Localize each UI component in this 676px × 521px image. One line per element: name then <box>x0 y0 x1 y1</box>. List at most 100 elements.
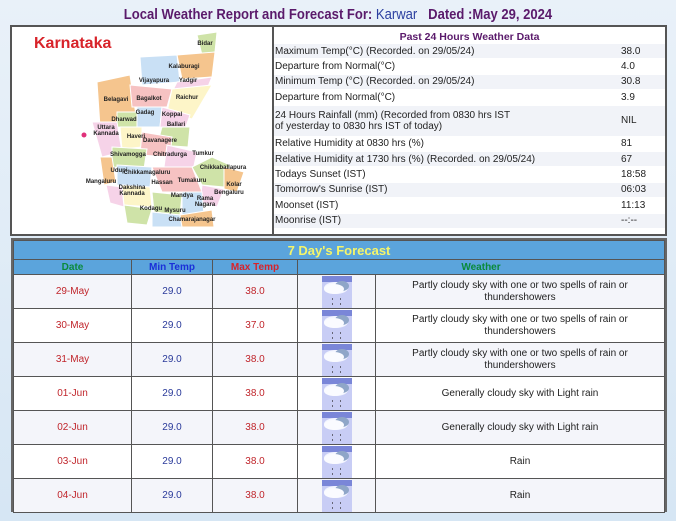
forecast-row: 02-Jun 29.0 38.0 Generally cloudy sky wi… <box>13 410 665 445</box>
col-weather: Weather <box>297 259 665 275</box>
data-label-text: Maximum Temp(°C) (Recorded. on 29/05/24) <box>275 45 475 57</box>
title-prefix: Local Weather Report and Forecast For: <box>123 7 373 23</box>
data-label: Tomorrow's Sunrise (IST) <box>274 184 621 195</box>
data-value: NIL <box>621 115 637 127</box>
data-value: 06:03 <box>621 184 647 196</box>
forecast-min-temp: 29.0 <box>131 308 213 343</box>
district-label: Chitradurga <box>152 152 188 158</box>
weather-data-row: Maximum Temp(°C) (Recorded. on 29/05/24)… <box>274 44 665 60</box>
district-label: Hassan <box>151 180 173 186</box>
forecast-title: 7 Day's Forecast <box>13 240 665 260</box>
data-label-text: Moonrise (IST) <box>275 215 342 227</box>
forecast-icon-cell <box>297 410 376 445</box>
forecast-min-temp: 29.0 <box>131 376 213 411</box>
data-label-text: Departure from Normal(°C) <box>275 91 396 103</box>
data-label: Minimum Temp (°C) (Recorded. on 29/05/24… <box>274 76 621 87</box>
forecast-date: 02-Jun <box>13 410 132 445</box>
forecast-min-temp: 29.0 <box>131 274 213 309</box>
forecast-max-temp: 38.0 <box>212 410 298 445</box>
weather-data-row: Relative Humidity at 0830 hrs (%) 81 <box>274 137 665 152</box>
district-label: Mysuru <box>164 208 186 214</box>
forecast-icon-cell <box>297 478 376 513</box>
forecast-max-temp: 37.0 <box>212 308 298 343</box>
rain-cloud-icon <box>321 377 352 410</box>
district-label: Rama Nagara <box>194 196 216 208</box>
district-label: Raichur <box>175 95 199 101</box>
forecast-date: 31-May <box>13 342 132 377</box>
forecast-row: 03-Jun 29.0 38.0 Rain <box>13 444 665 479</box>
data-label-text: Departure from Normal(°C) <box>275 61 396 73</box>
rain-cloud-icon <box>321 411 352 444</box>
col-max-temp: Max Temp <box>212 259 298 275</box>
data-label: Relative Humidity at 1730 hrs (%) (Recor… <box>274 154 621 165</box>
district-label: Chamarajanagar <box>168 217 216 223</box>
forecast-max-temp: 38.0 <box>212 444 298 479</box>
karnataka-map: Karnataka Bidar Kalaburagi Vijayapura Ya… <box>12 27 274 234</box>
city-name: Karwar <box>375 7 418 23</box>
forecast-weather: Generally cloudy sky with Light rain <box>375 410 665 445</box>
district-label: Dakshina Kannada <box>118 185 146 197</box>
forecast-weather: Partly cloudy sky with one or two spells… <box>375 274 665 309</box>
district-label: Kolar <box>226 182 242 188</box>
district-label: Koppal <box>161 112 183 118</box>
forecast-date: 29-May <box>13 274 132 309</box>
weather-data-row: Departure from Normal(°C) 3.9 <box>274 90 665 106</box>
forecast-weather: Rain <box>375 444 665 479</box>
district-label: Gadag <box>135 110 155 116</box>
data-value: 18:58 <box>621 169 647 181</box>
district-label: Chikkamagaluru <box>123 170 171 176</box>
district-label: Yadgir <box>178 78 198 84</box>
forecast-min-temp: 29.0 <box>131 410 213 445</box>
current-weather-panel: Karnataka Bidar Kalaburagi Vijayapura Ya… <box>10 25 667 236</box>
forecast-min-temp: 29.0 <box>131 342 213 377</box>
data-label-text: Relative Humidity at 1730 hrs (%) (Recor… <box>275 153 536 165</box>
forecast-icon-cell <box>297 376 376 411</box>
district-label: Kalaburagi <box>168 64 200 70</box>
past-24-hours-table: Past 24 Hours Weather Data Maximum Temp(… <box>274 27 665 234</box>
forecast-row: 04-Jun 29.0 38.0 Rain <box>13 478 665 513</box>
data-label-text: Minimum Temp (°C) (Recorded. on 29/05/24… <box>275 76 475 88</box>
forecast-icon-cell <box>297 308 376 343</box>
data-label: 24 Hours Rainfall (mm) (Recorded from 08… <box>274 110 621 132</box>
page-title: Local Weather Report and Forecast For: K… <box>34 7 642 23</box>
forecast-icon-cell <box>297 342 376 377</box>
data-label-text: Todays Sunset (IST) <box>275 169 366 181</box>
forecast-weather: Generally cloudy sky with Light rain <box>375 376 665 411</box>
rain-cloud-icon <box>321 479 352 512</box>
forecast-weather: Partly cloudy sky with one or two spells… <box>375 308 665 343</box>
report-date: Dated :May 29, 2024 <box>428 7 553 23</box>
district-label: Vijayapura <box>138 78 170 84</box>
district-label: Chikkaballapura <box>199 165 247 171</box>
district-label: Bidar <box>197 41 213 47</box>
forecast-date: 04-Jun <box>13 478 132 513</box>
weather-data-row: Minimum Temp (°C) (Recorded. on 29/05/24… <box>274 74 665 91</box>
forecast-date: 30-May <box>13 308 132 343</box>
district-label: Mangaluru <box>85 179 117 185</box>
data-label-text: Relative Humidity at 0830 hrs (%) <box>275 138 424 150</box>
forecast-date: 01-Jun <box>13 376 132 411</box>
forecast-row: 01-Jun 29.0 38.0 Generally cloudy sky wi… <box>13 376 665 411</box>
forecast-min-temp: 29.0 <box>131 444 213 479</box>
data-label-text: of yesterday to 0830 hrs IST of today) <box>275 120 443 132</box>
district-label: Belagavi <box>103 97 129 103</box>
forecast-max-temp: 38.0 <box>212 274 298 309</box>
district-label: Kodagu <box>139 206 163 212</box>
forecast-weather: Rain <box>375 478 665 513</box>
forecast-date: 03-Jun <box>13 444 132 479</box>
data-value: 11:13 <box>621 199 646 211</box>
col-min-temp: Min Temp <box>131 259 213 275</box>
district-label: Bagalkot <box>136 96 162 102</box>
data-value: 3.9 <box>621 91 635 103</box>
data-label: Moonset (IST) <box>274 200 621 211</box>
district-label: Mandya <box>170 193 194 199</box>
district-label: Ballari <box>166 122 186 128</box>
district-label: Tumakuru <box>177 178 207 184</box>
data-label: Relative Humidity at 0830 hrs (%) <box>274 138 621 149</box>
data-label-text: Moonset (IST) <box>275 199 339 211</box>
data-label: Todays Sunset (IST) <box>274 169 621 180</box>
forecast-max-temp: 38.0 <box>212 376 298 411</box>
weather-data-row: 24 Hours Rainfall (mm) (Recorded from 08… <box>274 105 665 137</box>
district-label: Tumkur <box>192 151 214 157</box>
forecast-max-temp: 38.0 <box>212 342 298 377</box>
data-label-text: 24 Hours Rainfall (mm) (Recorded from 08… <box>275 109 511 121</box>
